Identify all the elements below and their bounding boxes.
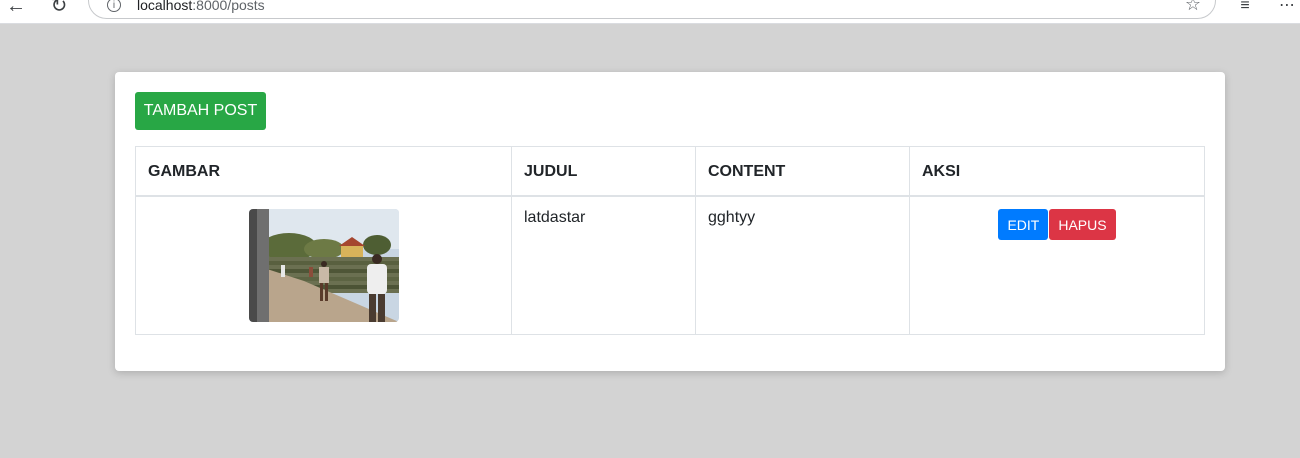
browser-toolbar: ← ↻ i localhost:8000/posts ☆ ≡ ⋯ xyxy=(0,0,1300,24)
star-icon[interactable]: ☆ xyxy=(1185,0,1201,13)
posts-table: GAMBAR JUDUL CONTENT AKSI latdastar gght… xyxy=(135,146,1205,335)
info-icon[interactable]: i xyxy=(107,0,121,12)
reading-list-icon[interactable]: ≡ xyxy=(1233,0,1257,18)
edit-button[interactable]: EDIT xyxy=(998,209,1049,240)
header-aksi: AKSI xyxy=(909,146,1205,197)
posts-card: TAMBAH POST GAMBAR JUDUL CONTENT AKSI la… xyxy=(115,72,1225,371)
url-path: :8000/posts xyxy=(192,0,265,13)
url-host: localhost xyxy=(137,0,193,13)
delete-button[interactable]: HAPUS xyxy=(1049,209,1116,240)
reload-icon[interactable]: ↻ xyxy=(47,0,71,18)
header-gambar: GAMBAR xyxy=(135,146,512,197)
header-content: CONTENT xyxy=(695,146,910,197)
url-text[interactable]: localhost:8000/posts xyxy=(137,0,265,13)
address-bar[interactable]: i localhost:8000/posts ☆ xyxy=(88,0,1216,19)
header-judul: JUDUL xyxy=(511,146,696,197)
table-row: latdastar gghtyy EDIT HAPUS xyxy=(135,195,1205,335)
post-image xyxy=(248,209,399,322)
cell-aksi: EDIT HAPUS xyxy=(909,195,1205,335)
cell-content: gghtyy xyxy=(695,195,910,335)
cell-judul: latdastar xyxy=(511,195,696,335)
back-arrow-icon[interactable]: ← xyxy=(4,0,28,18)
cell-gambar xyxy=(135,195,512,335)
more-menu-icon[interactable]: ⋯ xyxy=(1275,0,1299,18)
add-post-button[interactable]: TAMBAH POST xyxy=(135,92,266,130)
table-header-row: GAMBAR JUDUL CONTENT AKSI xyxy=(135,146,1205,197)
